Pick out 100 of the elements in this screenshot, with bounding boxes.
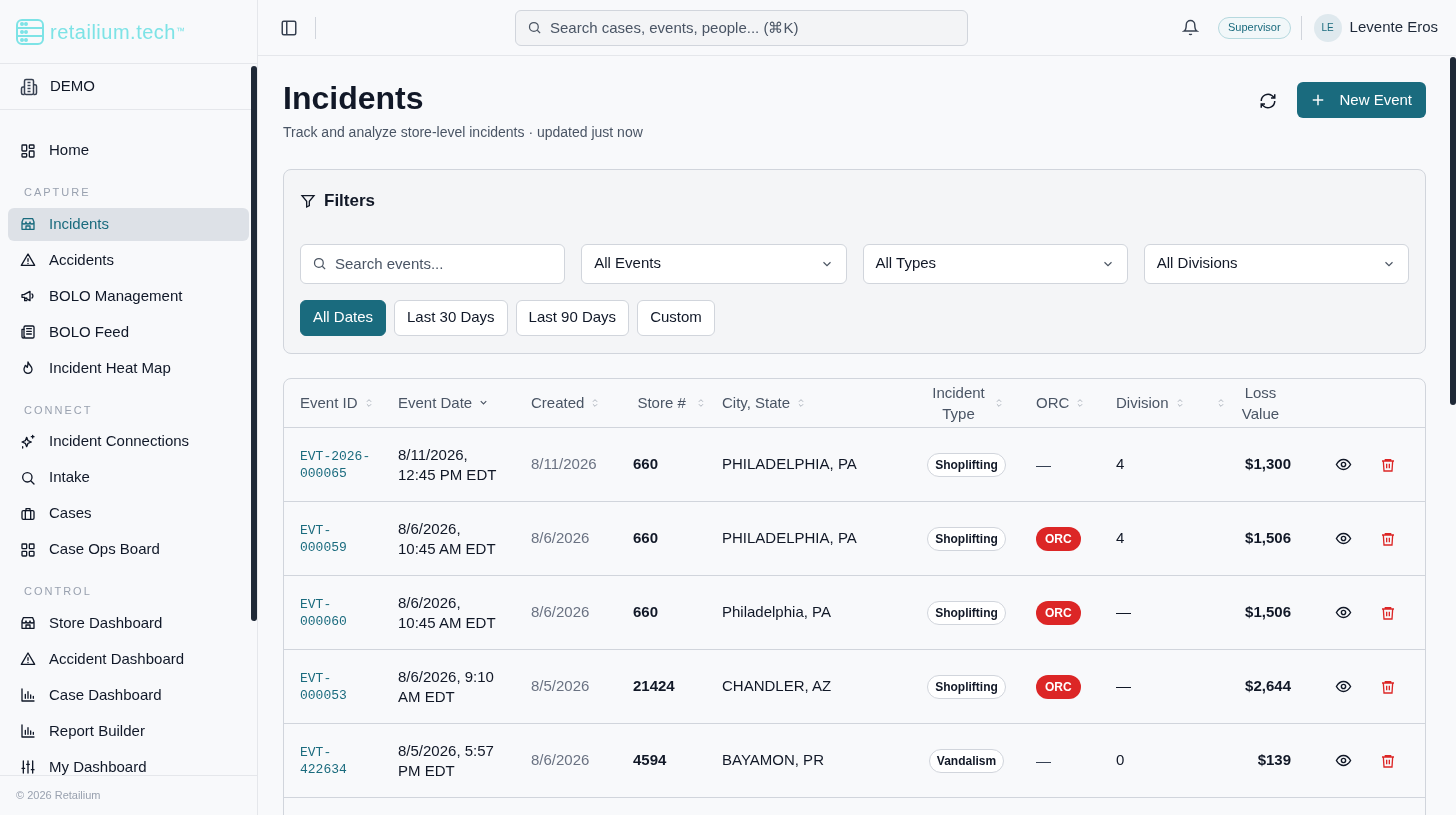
search-icon bbox=[312, 255, 327, 271]
megaphone-icon bbox=[20, 288, 36, 304]
sidebar-item[interactable]: Home bbox=[8, 134, 249, 167]
table-cell: 660 bbox=[633, 455, 659, 473]
sidebar-item[interactable]: Case Ops Board bbox=[8, 533, 249, 566]
bar-chart-icon bbox=[20, 687, 36, 703]
event-id-link[interactable]: EVT-2026-000065 bbox=[300, 447, 372, 482]
sparkles-icon bbox=[20, 433, 36, 450]
column-header[interactable]: Loss Value bbox=[1231, 381, 1290, 424]
sidebar-item[interactable]: Accident Dashboard bbox=[8, 642, 249, 676]
logo-icon bbox=[16, 18, 44, 45]
table-cell: — bbox=[1036, 751, 1051, 769]
view-icon[interactable] bbox=[1335, 530, 1352, 547]
table-cell-text: 8/6/2026, 9:10 AM EDT bbox=[398, 666, 495, 707]
sidebar-item[interactable]: Incident Connections bbox=[8, 425, 249, 458]
column-header[interactable]: Store # bbox=[633, 392, 691, 414]
table-cell: $2,644 bbox=[1245, 677, 1291, 695]
filter-dropdown[interactable]: All Types bbox=[862, 243, 1128, 284]
date-range-button[interactable]: Custom bbox=[637, 299, 715, 336]
search-field[interactable]: Search cases, events, people... (⌘K) bbox=[515, 9, 968, 46]
sidebar-item[interactable]: Case Dashboard bbox=[8, 678, 249, 712]
orc-tag: ORC bbox=[1036, 675, 1081, 699]
event-id-link[interactable]: EVT-000053 bbox=[300, 669, 372, 704]
table-cell: — bbox=[1116, 603, 1131, 621]
sliders-icon bbox=[20, 759, 36, 775]
sidebar-item[interactable]: Incidents bbox=[8, 207, 249, 241]
incident-type-tag: Shoplifting bbox=[927, 527, 1006, 551]
store-icon bbox=[20, 615, 36, 631]
notification-bell-icon[interactable] bbox=[1182, 19, 1200, 36]
table-cell: $139 bbox=[1257, 751, 1291, 769]
user-name[interactable]: Levente Eros bbox=[1349, 16, 1438, 39]
event-id-link[interactable]: EVT-000060 bbox=[300, 595, 372, 630]
date-range-button[interactable]: Last 90 Days bbox=[515, 299, 630, 336]
column-header[interactable]: City, State bbox=[722, 392, 791, 414]
search-icon bbox=[20, 469, 36, 486]
sidebar-item[interactable]: BOLO Feed bbox=[8, 315, 249, 349]
scrollbar-thumb[interactable] bbox=[1450, 57, 1456, 405]
organization-name[interactable]: DEMO bbox=[50, 75, 95, 98]
delete-icon[interactable] bbox=[1380, 456, 1396, 473]
view-icon[interactable] bbox=[1335, 752, 1352, 769]
incident-type-tag: Shoplifting bbox=[927, 453, 1006, 477]
search-field[interactable]: Search events... bbox=[300, 243, 566, 284]
table-cell: Philadelphia, PA bbox=[722, 603, 831, 621]
sidebar-item[interactable]: Incident Heat Map bbox=[8, 351, 249, 385]
column-header[interactable]: Created bbox=[531, 392, 585, 414]
scrollbar-thumb[interactable] bbox=[251, 66, 257, 621]
sidebar-item[interactable]: Accidents bbox=[8, 243, 249, 277]
orc-tag: ORC bbox=[1036, 601, 1081, 625]
copyright-text: © 2026 Retailium bbox=[16, 788, 101, 804]
page-title: Incidents bbox=[283, 80, 425, 116]
user-avatar[interactable]: LE bbox=[1313, 13, 1342, 42]
table-cell: 21424 bbox=[633, 677, 675, 695]
column-header[interactable]: Event ID bbox=[300, 392, 358, 414]
date-range-button[interactable]: Last 30 Days bbox=[394, 299, 508, 336]
table-cell-text: 8/5/2026, 5:57 PM EDT bbox=[398, 740, 495, 781]
sidebar-toggle-icon[interactable] bbox=[280, 18, 298, 37]
refresh-icon[interactable] bbox=[1259, 92, 1278, 110]
filter-dropdown[interactable]: All Events bbox=[581, 243, 847, 284]
plus-icon bbox=[1311, 93, 1326, 107]
view-icon[interactable] bbox=[1335, 604, 1352, 621]
table-cell: 8/11/2026, 12:45 PM EDT bbox=[398, 444, 498, 485]
sidebar-item[interactable]: BOLO Management bbox=[8, 279, 249, 313]
dashboard-icon bbox=[20, 142, 36, 159]
table-cell: 660 bbox=[633, 603, 659, 621]
sidebar-item[interactable]: Store Dashboard bbox=[8, 606, 249, 640]
event-id-link[interactable]: EVT-000059 bbox=[300, 521, 372, 556]
table-cell: PHILADELPHIA, PA bbox=[722, 455, 857, 473]
store-icon bbox=[20, 216, 36, 232]
view-icon[interactable] bbox=[1335, 678, 1352, 695]
incident-type-tag: Shoplifting bbox=[927, 675, 1006, 699]
flame-icon bbox=[20, 360, 36, 376]
delete-icon[interactable] bbox=[1380, 678, 1396, 695]
new-event-button[interactable]: New Event bbox=[1297, 82, 1426, 118]
table-cell: $1,506 bbox=[1245, 529, 1291, 547]
sidebar-item[interactable]: Cases bbox=[8, 497, 249, 530]
table-cell: 8/5/2026 bbox=[531, 677, 590, 695]
event-id-link[interactable]: EVT-422634 bbox=[300, 743, 372, 778]
table-cell: — bbox=[1116, 677, 1131, 695]
sidebar-item[interactable]: Intake bbox=[8, 461, 249, 494]
table-cell-text: 8/6/2026, 10:45 AM EDT bbox=[398, 592, 497, 633]
incident-type-tag: Vandalism bbox=[928, 749, 1005, 773]
column-header[interactable]: ORC bbox=[1036, 392, 1070, 414]
table-cell: CHANDLER, AZ bbox=[722, 677, 832, 695]
sidebar-item[interactable]: My Dashboard bbox=[8, 750, 249, 775]
incident-type-tag: Shoplifting bbox=[927, 601, 1006, 625]
delete-icon[interactable] bbox=[1380, 530, 1396, 547]
date-range-button[interactable]: All Dates bbox=[300, 299, 387, 336]
table-cell: 660 bbox=[633, 529, 659, 547]
view-icon[interactable] bbox=[1335, 456, 1352, 473]
table-cell: 8/6/2026 bbox=[531, 603, 590, 621]
table-cell: BAYAMON, PR bbox=[722, 751, 824, 769]
sidebar-item[interactable]: Report Builder bbox=[8, 714, 249, 748]
column-header[interactable]: Incident Type bbox=[929, 381, 988, 424]
table-cell: 4594 bbox=[633, 751, 667, 769]
filter-dropdown[interactable]: All Divisions bbox=[1143, 243, 1409, 284]
column-header[interactable]: Division bbox=[1116, 392, 1169, 414]
column-header[interactable]: Event Date bbox=[398, 392, 473, 414]
role-badge: Supervisor bbox=[1218, 16, 1291, 39]
delete-icon[interactable] bbox=[1380, 752, 1396, 769]
delete-icon[interactable] bbox=[1380, 604, 1396, 621]
